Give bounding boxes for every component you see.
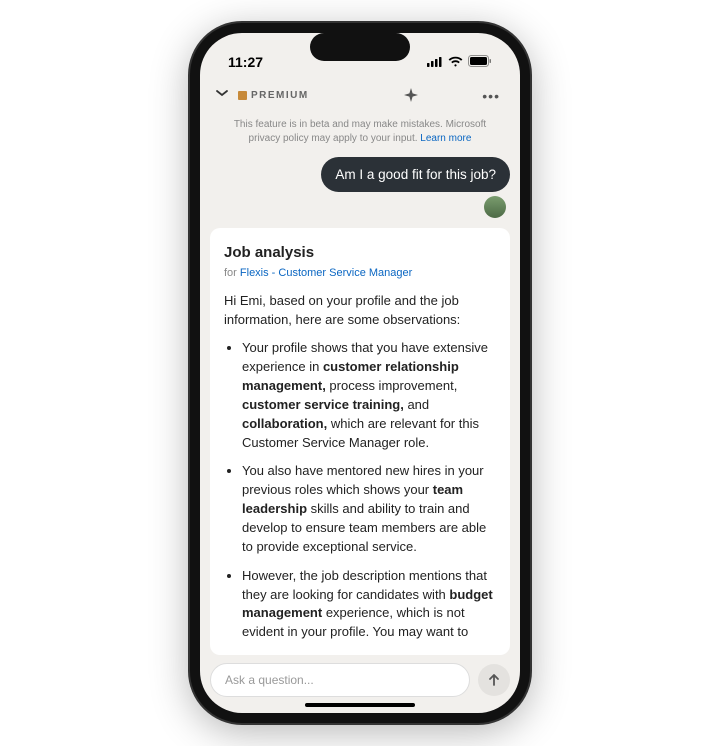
wifi-icon xyxy=(448,54,463,70)
chat-area: Am I a good fit for this job? Job analys… xyxy=(200,153,520,655)
analysis-card: Job analysis for Flexis - Customer Servi… xyxy=(210,228,510,655)
card-intro: Hi Emi, based on your profile and the jo… xyxy=(224,292,496,330)
cellular-icon xyxy=(427,54,443,70)
chevron-down-icon[interactable] xyxy=(214,85,230,106)
screen: 11:27 PREMIUM xyxy=(200,33,520,713)
clock: 11:27 xyxy=(228,54,263,70)
card-subtitle: for Flexis - Customer Service Manager xyxy=(224,266,496,282)
home-indicator[interactable] xyxy=(305,703,415,707)
company-link[interactable]: Flexis - Customer Service Manager xyxy=(240,267,412,279)
arrow-up-icon xyxy=(486,672,502,688)
premium-icon xyxy=(238,91,247,100)
list-item: You also have mentored new hires in your… xyxy=(242,462,496,556)
more-icon[interactable]: ••• xyxy=(482,88,506,104)
text: and xyxy=(404,397,429,412)
ai-sparkle-icon xyxy=(348,87,474,105)
bold-text: customer service training, xyxy=(242,397,404,412)
nav-bar: PREMIUM ••• xyxy=(200,77,520,114)
learn-more-link[interactable]: Learn more xyxy=(420,133,471,144)
avatar xyxy=(484,196,506,218)
battery-icon xyxy=(468,54,492,70)
phone-frame: 11:27 PREMIUM xyxy=(190,23,530,723)
input-bar: Ask a question... xyxy=(200,655,520,703)
send-button[interactable] xyxy=(478,664,510,696)
text: process improvement, xyxy=(326,378,458,393)
beta-notice: This feature is in beta and may make mis… xyxy=(200,114,520,153)
list-item: Your profile shows that you have extensi… xyxy=(242,339,496,452)
card-title: Job analysis xyxy=(224,242,496,264)
observation-list: Your profile shows that you have extensi… xyxy=(224,339,496,642)
user-message-bubble: Am I a good fit for this job? xyxy=(321,157,510,192)
dynamic-island xyxy=(310,33,410,61)
for-prefix: for xyxy=(224,267,240,279)
bold-text: collaboration, xyxy=(242,416,327,431)
premium-badge: PREMIUM xyxy=(238,90,309,101)
list-item: However, the job description mentions th… xyxy=(242,567,496,642)
premium-label: PREMIUM xyxy=(251,90,309,101)
question-input[interactable]: Ask a question... xyxy=(210,663,470,697)
